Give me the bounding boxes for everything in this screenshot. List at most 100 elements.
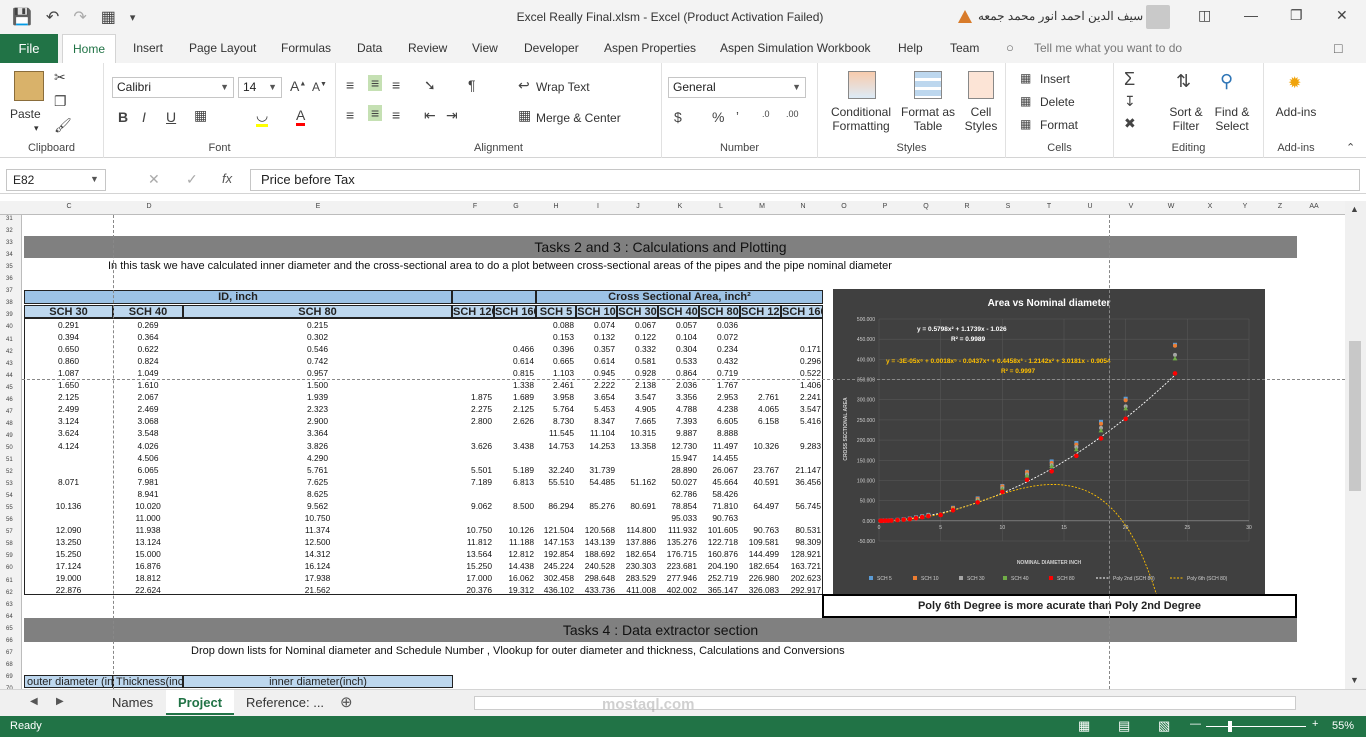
column-header[interactable]: G	[513, 203, 518, 210]
table-cell[interactable]	[740, 331, 781, 343]
row-header[interactable]: 35	[6, 264, 13, 270]
table-cell[interactable]: 80.691	[617, 500, 658, 512]
table-cell[interactable]: 2.125	[24, 391, 113, 403]
table-cell[interactable]: 8.941	[113, 488, 183, 500]
table-cell[interactable]	[24, 464, 113, 476]
cancel-icon[interactable]: ✕	[148, 171, 160, 188]
table-cell[interactable]: 252.719	[699, 572, 740, 584]
table-cell[interactable]: 2.323	[183, 403, 452, 415]
table-cell[interactable]: 8.730	[536, 415, 576, 427]
table-cell[interactable]: 31.739	[576, 464, 617, 476]
table-cell[interactable]: 8.071	[24, 476, 113, 488]
row-header[interactable]: 50	[6, 445, 13, 451]
area-vs-diameter-chart[interactable]: Area vs Nominal diameter -50.000 0.000 50.0…	[833, 289, 1265, 664]
close-icon[interactable]: ✕	[1336, 7, 1348, 24]
increase-font-icon[interactable]: A▲	[290, 78, 306, 94]
row-header[interactable]: 63	[6, 602, 13, 608]
row-header[interactable]: 43	[6, 361, 13, 367]
table-cell[interactable]: 0.665	[536, 355, 576, 367]
tab-help[interactable]: Help	[898, 41, 923, 55]
format-button[interactable]: Format	[1040, 118, 1078, 132]
column-header[interactable]: P	[883, 203, 888, 210]
conditional-formatting-button[interactable]: Conditional Formatting	[826, 105, 896, 133]
tab-formulas[interactable]: Formulas	[281, 41, 331, 55]
row-header[interactable]: 32	[6, 228, 13, 234]
table-cell[interactable]: 16.124	[183, 560, 452, 572]
table-cell[interactable]: 11.497	[699, 440, 740, 452]
table-cell[interactable]: 182.654	[740, 560, 781, 572]
table-cell[interactable]: 2.469	[113, 403, 183, 415]
tell-me-input[interactable]: Tell me what you want to do	[1034, 41, 1182, 55]
wrap-text-icon[interactable]: ↩	[518, 77, 530, 94]
table-cell[interactable]: 0.067	[617, 319, 658, 331]
table-cell[interactable]: 121.504	[536, 524, 576, 536]
table-cell[interactable]: 3.624	[24, 427, 113, 439]
table-cell[interactable]	[452, 452, 494, 464]
table-cell[interactable]	[781, 427, 823, 439]
prev-sheet-icon[interactable]: ◀	[30, 696, 38, 707]
table-cell[interactable]: 15.250	[452, 560, 494, 572]
table-cell[interactable]	[494, 427, 536, 439]
column-header[interactable]: F	[473, 203, 477, 210]
cell-styles-icon[interactable]	[968, 71, 994, 99]
column-header[interactable]: S	[1006, 203, 1011, 210]
table-cell[interactable]: 9.062	[452, 500, 494, 512]
table-cell[interactable]: 2.241	[781, 391, 823, 403]
column-header[interactable]: V	[1129, 203, 1134, 210]
page-break-view-icon[interactable]: ▧	[1158, 718, 1170, 734]
table-cell[interactable]: 298.648	[576, 572, 617, 584]
find-select-button[interactable]: Find & Select	[1210, 105, 1254, 133]
enter-icon[interactable]: ✓	[186, 171, 198, 188]
table-cell[interactable]	[494, 331, 536, 343]
table-cell[interactable]: 7.393	[658, 415, 699, 427]
table-cell[interactable]: 160.876	[699, 548, 740, 560]
table-cell[interactable]: 365.147	[699, 584, 740, 596]
table-cell[interactable]: 128.921	[781, 548, 823, 560]
fill-icon[interactable]: ↧	[1124, 93, 1136, 110]
table-cell[interactable]: 1.939	[183, 391, 452, 403]
table-cell[interactable]	[617, 488, 658, 500]
table-cell[interactable]: 2.036	[658, 379, 699, 391]
row-header[interactable]: 52	[6, 469, 13, 475]
save-icon[interactable]: 💾	[12, 7, 32, 27]
table-cell[interactable]: 2.499	[24, 403, 113, 415]
table-cell[interactable]: 188.692	[576, 548, 617, 560]
table-cell[interactable]: 51.162	[617, 476, 658, 488]
tab-home[interactable]: Home	[62, 34, 117, 64]
table-cell[interactable]: 90.763	[699, 512, 740, 524]
table-cell[interactable]: 26.067	[699, 464, 740, 476]
table-cell[interactable]: 226.980	[740, 572, 781, 584]
table-cell[interactable]: 64.497	[740, 500, 781, 512]
table-cell[interactable]: 0.357	[576, 343, 617, 355]
table-cell[interactable]: 10.126	[494, 524, 536, 536]
underline-icon[interactable]: U	[166, 109, 176, 125]
table-cell[interactable]: 3.068	[113, 415, 183, 427]
row-header[interactable]: 68	[6, 662, 13, 668]
avatar[interactable]	[1146, 5, 1170, 29]
table-cell[interactable]: 10.020	[113, 500, 183, 512]
format-as-table-button[interactable]: Format as Table	[898, 105, 958, 133]
table-cell[interactable]: 326.083	[740, 584, 781, 596]
column-header[interactable]: U	[1087, 203, 1092, 210]
table-cell[interactable]: 3.548	[113, 427, 183, 439]
row-header[interactable]: 66	[6, 638, 13, 644]
table-cell[interactable]: 5.453	[576, 403, 617, 415]
table-cell[interactable]: 2.125	[494, 403, 536, 415]
table-cell[interactable]: 1.338	[494, 379, 536, 391]
table-cell[interactable]: 13.124	[113, 536, 183, 548]
table-cell[interactable]: 4.026	[113, 440, 183, 452]
table-cell[interactable]: 86.294	[536, 500, 576, 512]
table-cell[interactable]: 204.190	[699, 560, 740, 572]
table-cell[interactable]: 17.124	[24, 560, 113, 572]
row-header[interactable]: 36	[6, 276, 13, 282]
table-cell[interactable]: 0.546	[183, 343, 452, 355]
table-cell[interactable]	[452, 319, 494, 331]
table-cell[interactable]: 137.886	[617, 536, 658, 548]
borders-icon[interactable]: ▦	[194, 107, 207, 124]
column-header[interactable]: C	[66, 203, 71, 210]
table-cell[interactable]	[740, 367, 781, 379]
percent-icon[interactable]: %	[712, 109, 724, 125]
insert-cells-icon[interactable]: ▦	[1020, 71, 1031, 85]
table-cell[interactable]: 0.945	[576, 367, 617, 379]
row-header[interactable]: 42	[6, 349, 13, 355]
